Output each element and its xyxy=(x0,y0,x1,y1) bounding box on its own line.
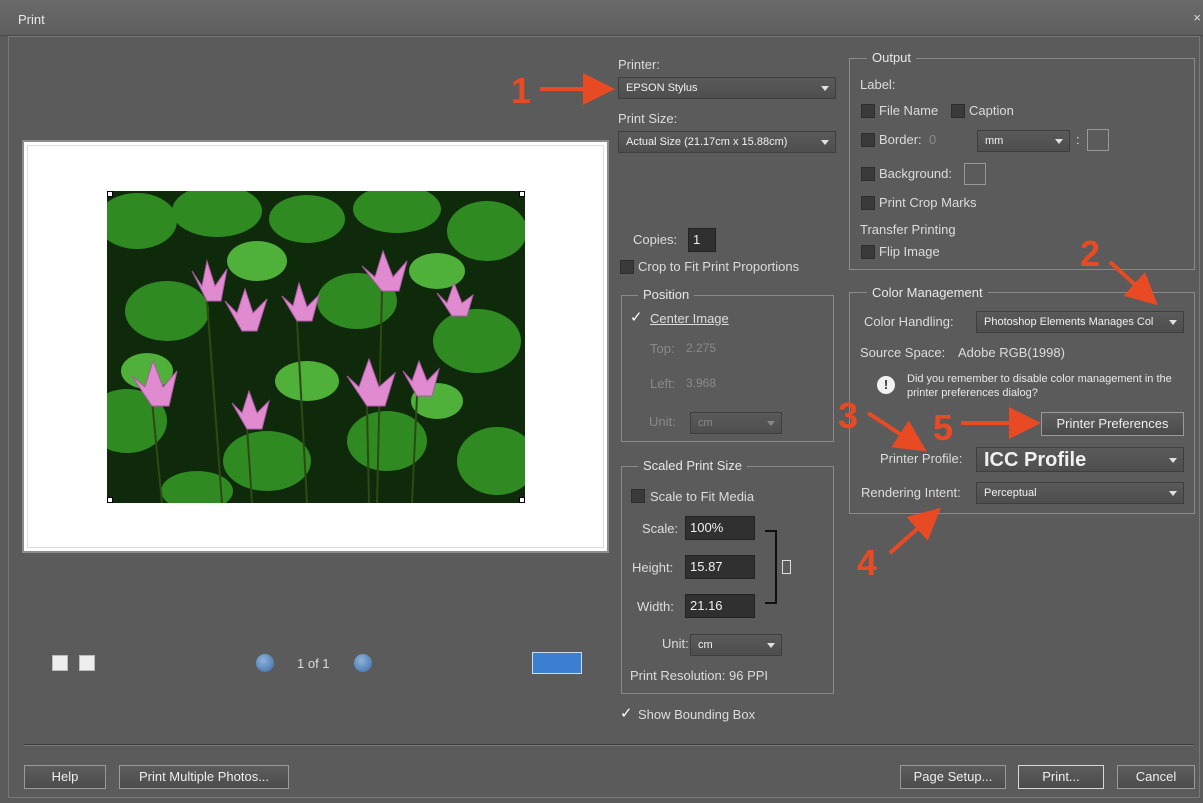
callout-5: 5 xyxy=(933,407,954,448)
callout-arrow-2 xyxy=(1108,260,1158,306)
callout-1: 1 xyxy=(511,70,532,111)
callout-2: 2 xyxy=(1080,233,1101,274)
callout-3: 3 xyxy=(838,395,859,436)
print-button[interactable]: Print... xyxy=(1018,765,1104,789)
callout-arrows xyxy=(540,73,1158,555)
help-button[interactable]: Help xyxy=(24,765,106,789)
callout-4: 4 xyxy=(857,542,878,583)
callout-arrow-3 xyxy=(866,411,927,452)
cancel-button[interactable]: Cancel xyxy=(1117,765,1195,789)
callout-arrow-4 xyxy=(888,507,941,555)
print-multiple-photos-button[interactable]: Print Multiple Photos... xyxy=(119,765,289,789)
page-setup-button[interactable]: Page Setup... xyxy=(900,765,1006,789)
footer-divider xyxy=(24,744,1194,746)
